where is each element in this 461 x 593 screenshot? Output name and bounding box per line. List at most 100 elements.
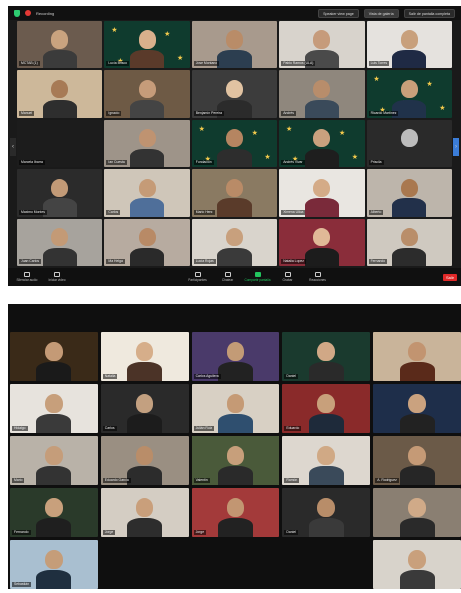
leave-meeting-button[interactable]: Salir	[443, 273, 458, 281]
participant-figure	[399, 341, 435, 381]
participant-name-label: Andrés	[281, 110, 296, 116]
reactions-button[interactable]: Reacciones	[303, 272, 333, 282]
participant-head	[400, 79, 418, 99]
participant-figure	[130, 129, 165, 168]
star-decoration-icon: ★	[373, 76, 380, 84]
participant-name-label: Natalia Lopez	[281, 259, 306, 264]
participant-body	[217, 198, 252, 217]
participant-video-tile[interactable]: Juan Carlos	[17, 218, 103, 266]
participant-video-tile[interactable]: ★★★★★Andrés Vivar	[279, 119, 365, 168]
participant-video-tile[interactable]: Manuel	[17, 70, 103, 118]
share-screen-button[interactable]: Compartir pantalla	[243, 272, 273, 282]
participant-head	[400, 129, 418, 148]
participant-video-tile[interactable]: Ma Helga	[104, 218, 190, 266]
participant-video-tile[interactable]: Daniel	[282, 332, 371, 381]
participant-video-tile[interactable]: Luis Torres	[366, 21, 452, 69]
participant-video-tile[interactable]: Maximo Montes	[17, 169, 103, 217]
participant-video-tile[interactable]: Fernando	[10, 488, 98, 537]
participant-body	[127, 414, 163, 433]
record-button[interactable]: Grabar	[273, 272, 303, 282]
participant-video-tile[interactable]	[10, 332, 98, 381]
participant-name-label: Maximo Montes	[19, 209, 47, 215]
participant-video-tile[interactable]: Natalia	[100, 332, 189, 381]
participant-body	[399, 362, 435, 381]
participant-video-tile[interactable]: Ximena Ulloa	[279, 169, 365, 217]
security-shield-icon[interactable]	[14, 9, 20, 17]
participant-body	[304, 99, 339, 118]
star-decoration-icon: ★	[439, 104, 446, 112]
participant-video-tile[interactable]: MCTAB (1)	[17, 21, 103, 69]
participant-video-tile[interactable]: ★★★★★Ricardo Martínez	[366, 70, 452, 118]
participant-video-tile[interactable]: ★★★★★Fundación	[191, 119, 278, 168]
next-page-arrow-icon[interactable]: ›	[453, 138, 459, 156]
participant-video-tile[interactable]: Valentín	[191, 436, 280, 485]
participant-video-tile[interactable]	[373, 332, 461, 381]
participant-head	[138, 79, 156, 99]
star-decoration-icon: ★	[251, 130, 258, 138]
participant-figure	[36, 549, 72, 589]
participant-name-label: Juan Carlos	[19, 259, 42, 264]
gallery-view-button[interactable]: Vista de galería	[363, 8, 399, 18]
participant-body	[36, 570, 72, 589]
participant-video-tile[interactable]: Daniel	[282, 488, 371, 537]
participant-video-tile[interactable]: Jorge	[100, 488, 189, 537]
chat-button[interactable]: Chatear	[213, 272, 243, 282]
participant-video-tile[interactable]: Carlos	[100, 384, 189, 433]
participant-video-tile[interactable]: Priscila	[366, 119, 452, 168]
participant-video-tile[interactable]: Fernando	[366, 218, 452, 266]
participant-video-tile[interactable]	[373, 540, 461, 589]
previous-page-arrow-icon[interactable]: ‹	[10, 138, 16, 156]
participant-video-tile[interactable]: A. Rodriguez	[373, 436, 461, 485]
participant-video-tile[interactable]: Carlos Aguilera	[191, 332, 280, 381]
participant-video-tile[interactable]: Sebastián	[10, 540, 98, 589]
participant-figure	[308, 445, 344, 485]
participant-video-tile[interactable]	[373, 488, 461, 537]
participant-name-label: Julián Ruiz	[193, 426, 215, 431]
participant-figure	[130, 30, 165, 69]
participant-figure	[130, 178, 165, 217]
participant-video-tile[interactable]: Benjamín Pereira	[191, 70, 278, 118]
participant-name-label: Carlos Aguilera	[193, 374, 221, 379]
participants-button[interactable]: Participantes	[183, 272, 213, 282]
participant-video-tile[interactable]: Mario	[10, 436, 98, 485]
participant-video-tile[interactable]: Eduardo García	[100, 436, 189, 485]
participant-body	[308, 466, 344, 485]
participant-figure	[217, 497, 254, 537]
participant-figure	[304, 79, 339, 118]
empty-grid-slot	[282, 540, 370, 589]
participant-head	[226, 393, 245, 413]
participant-video-tile[interactable]: Mario Henr.	[191, 169, 278, 217]
participant-video-tile[interactable]: Jose Montano	[191, 21, 278, 69]
participant-head	[408, 341, 426, 361]
speaker-view-button[interactable]: Speaker view page	[318, 8, 359, 18]
participant-video-tile[interactable]: Eduardo	[282, 384, 371, 433]
participant-video-tile[interactable]: Alberto	[366, 169, 452, 217]
participant-video-tile[interactable]: Natalia Lopez	[279, 218, 365, 266]
exit-fullscreen-button[interactable]: Salir de pantalla completa	[403, 8, 455, 18]
participant-body	[392, 247, 427, 266]
participant-body	[127, 518, 163, 537]
participant-video-tile[interactable]: Andrés	[279, 70, 365, 118]
participant-figure	[392, 178, 427, 217]
participant-video-tile[interactable]: Hidalgo	[10, 384, 98, 433]
participant-head	[226, 445, 245, 465]
participant-video-tile[interactable]: Ignacio	[104, 70, 190, 118]
participant-video-tile[interactable]: Pablo Ramos (ULA)	[279, 21, 365, 69]
participant-video-tile[interactable]: Lucía Rojas	[191, 218, 278, 266]
participant-figure	[130, 228, 165, 266]
participant-video-tile[interactable]	[373, 384, 461, 433]
participant-video-tile[interactable]: ★★★★★Lucía Brisco	[104, 21, 190, 69]
participant-video-tile[interactable]: Carlos	[104, 169, 190, 217]
start-video-button[interactable]: Iniciar video	[42, 272, 72, 282]
participant-video-tile[interactable]: Jorge	[191, 488, 280, 537]
mute-audio-button[interactable]: Silenciar audio	[12, 272, 42, 282]
participant-figure	[36, 497, 72, 537]
participant-video-tile[interactable]: Marcela Ibarra	[17, 119, 103, 168]
participant-body	[217, 362, 254, 381]
participant-body	[130, 99, 165, 118]
participant-video-tile[interactable]: Ian Cuesta	[104, 119, 190, 168]
participant-figure	[217, 129, 252, 168]
participant-head	[313, 178, 331, 197]
participant-video-tile[interactable]: Ramón	[282, 436, 371, 485]
participant-video-tile[interactable]: Julián Ruiz	[191, 384, 280, 433]
